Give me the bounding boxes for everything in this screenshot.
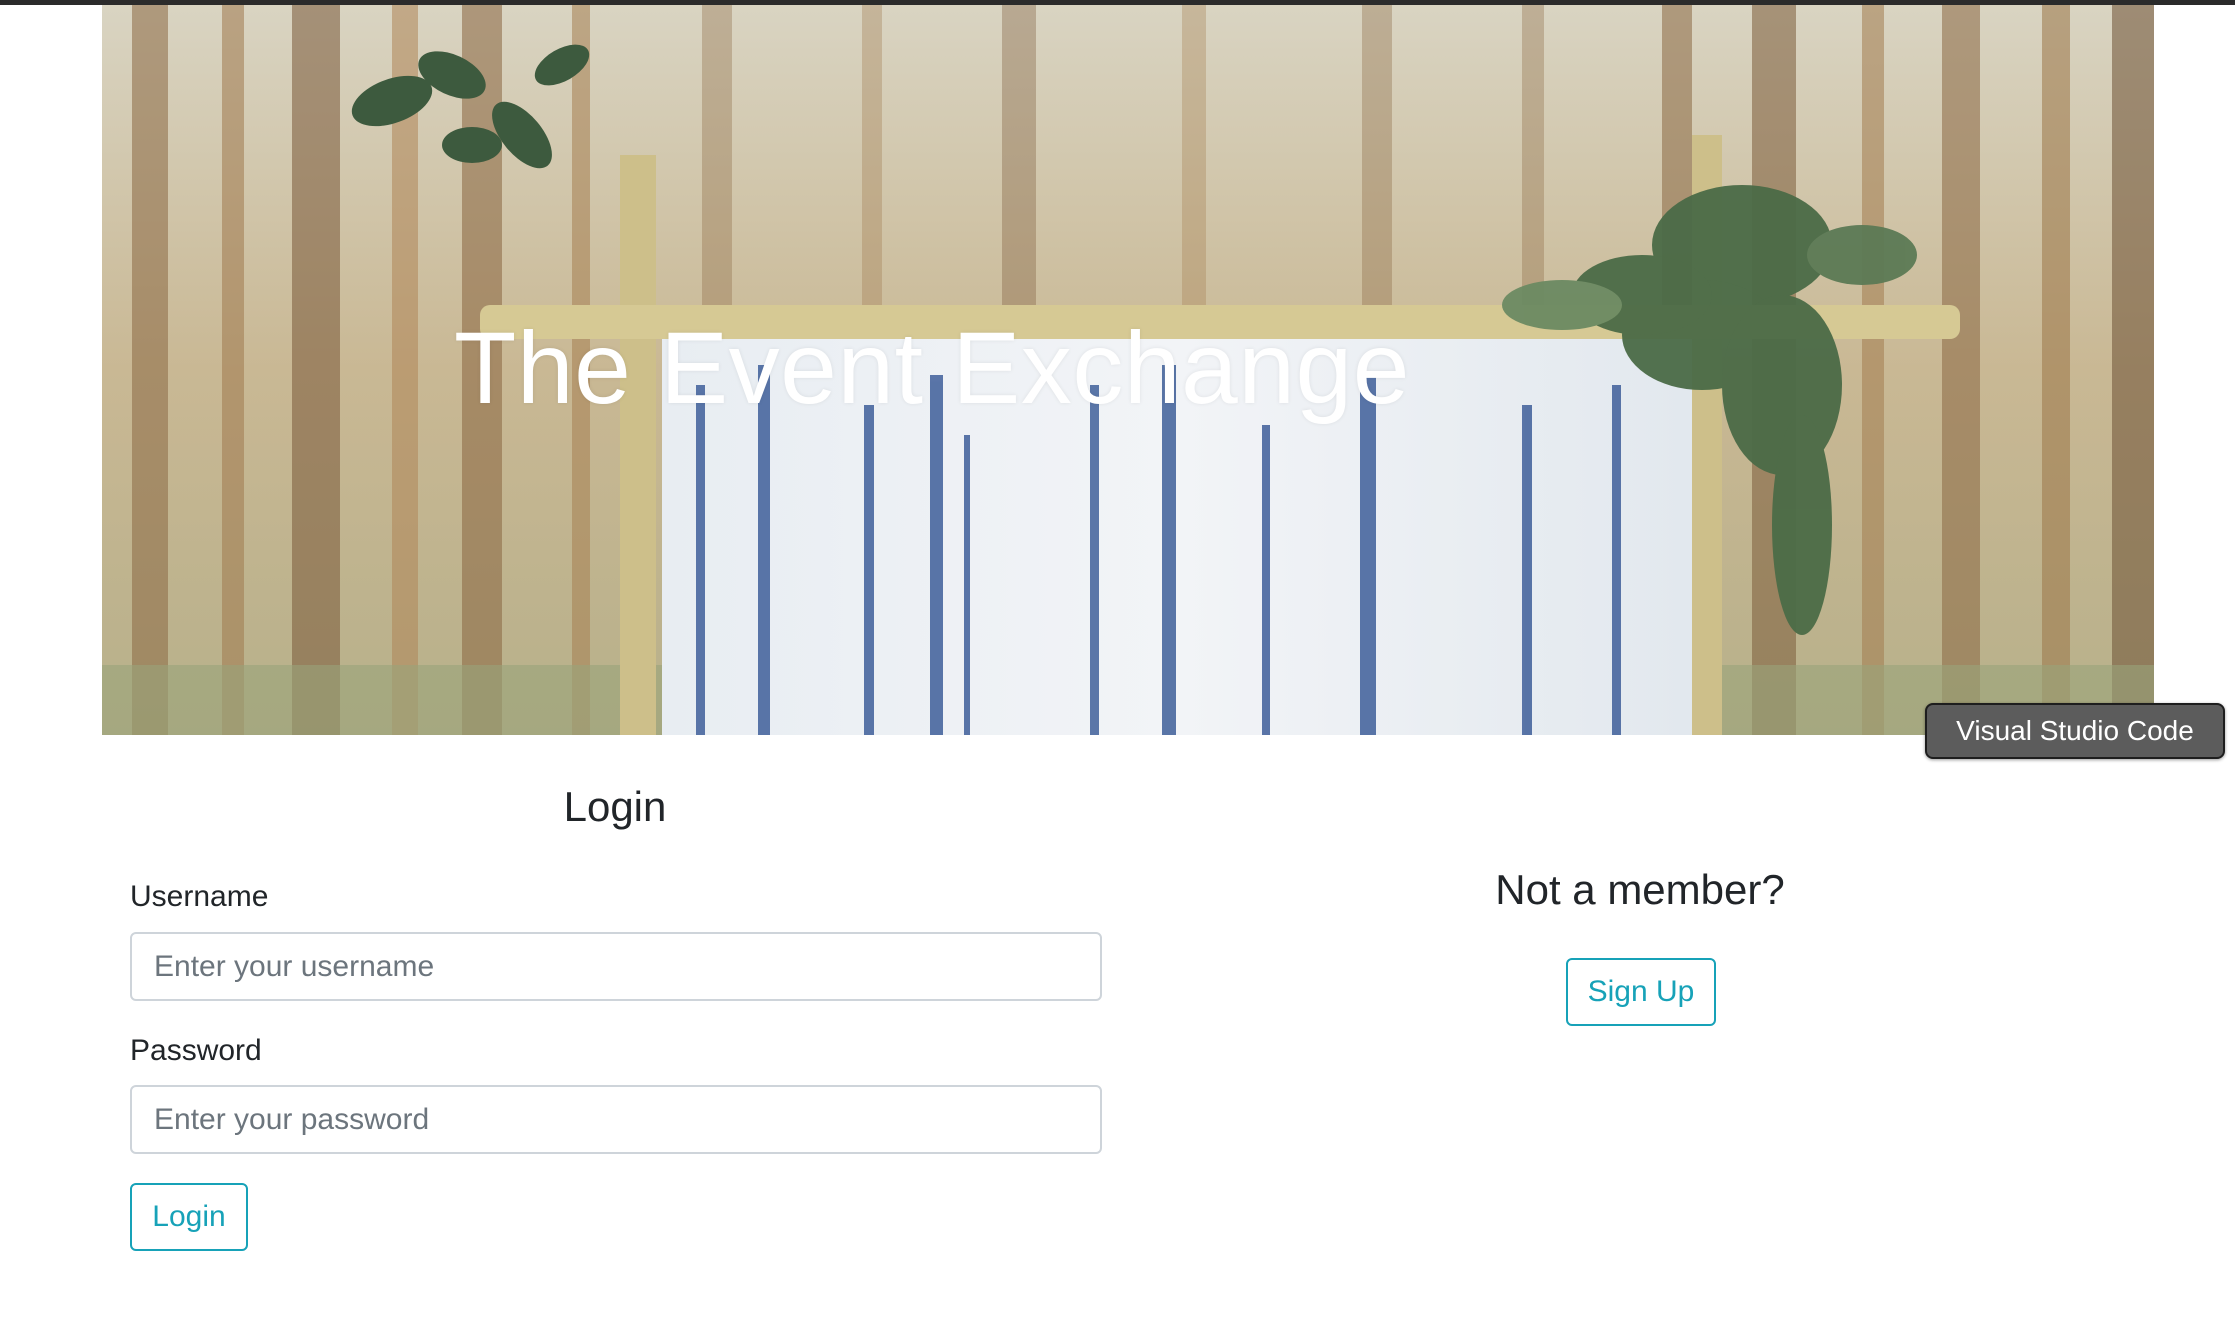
not-member-heading: Not a member? — [1495, 866, 1785, 913]
hero-banner: The Event Exchange — [102, 5, 2154, 735]
password-label: Password — [130, 1034, 262, 1067]
login-heading: Login — [563, 783, 667, 830]
app-tooltip: Visual Studio Code — [1925, 703, 2225, 759]
site-title: The Event Exchange — [454, 311, 1410, 425]
login-button[interactable]: Login — [130, 1183, 248, 1251]
username-label: Username — [130, 880, 269, 913]
password-input[interactable] — [130, 1085, 1102, 1154]
username-input[interactable] — [130, 932, 1102, 1001]
sign-up-button[interactable]: Sign Up — [1566, 958, 1716, 1026]
